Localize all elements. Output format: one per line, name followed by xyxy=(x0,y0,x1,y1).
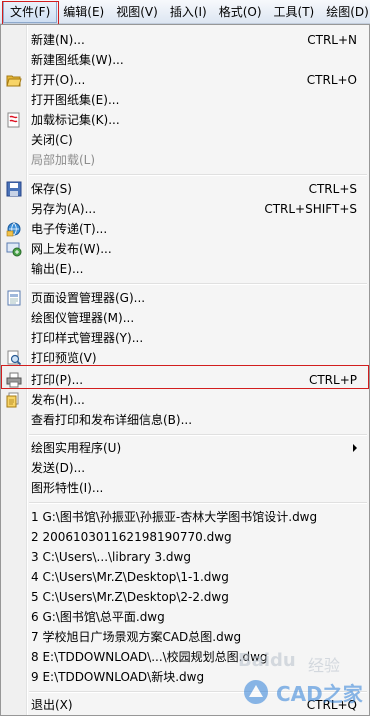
recent-file-label: 2 20061030116219819077​0.dwg xyxy=(31,530,232,544)
menu-item-label: 保存(S) xyxy=(31,182,72,196)
menu-item-label: 查看打印和发布详细信息(B)... xyxy=(31,413,193,427)
menu-tools[interactable]: 工具(T) xyxy=(268,0,321,24)
menu-item-label: 绘图实用程序(U) xyxy=(31,441,122,455)
menu-item-load-markup[interactable]: 加载标记集(K)... xyxy=(1,110,369,130)
menu-item-new[interactable]: 新建(N)... CTRL+N xyxy=(1,30,369,50)
printer-icon xyxy=(6,372,22,388)
submenu-arrow-icon xyxy=(353,444,357,452)
menu-draw[interactable]: 绘图(D) xyxy=(320,0,370,24)
menu-item-plot-details[interactable]: 查看打印和发布详细信息(B)... xyxy=(1,410,369,430)
save-disk-icon xyxy=(6,181,22,197)
menu-item-shortcut: CTRL+O xyxy=(306,73,357,87)
publish-web-icon xyxy=(6,241,22,257)
menu-item-label: 打开(O)... xyxy=(31,73,86,87)
menu-edit[interactable]: 编辑(E) xyxy=(57,0,110,24)
markup-set-icon xyxy=(6,112,22,128)
menu-separator xyxy=(29,691,367,693)
recent-file-label: 9 E:\TDDOWNLOAD\新块.dwg xyxy=(31,670,205,684)
etransmit-icon xyxy=(6,221,22,237)
menu-item-label: 局部加载(L) xyxy=(31,153,96,167)
recent-file-item[interactable]: 3 C:\Users\...\library 3.dwg xyxy=(1,547,369,567)
menu-item-close[interactable]: 关闭(C) xyxy=(1,130,369,150)
menu-item-exit[interactable]: 退出(X) CTRL+Q xyxy=(1,695,369,715)
menu-item-label: 发送(D)... xyxy=(31,461,86,475)
menu-item-shortcut: CTRL+S xyxy=(308,182,357,196)
menu-item-label: 打印(P)... xyxy=(31,373,84,387)
menu-separator xyxy=(29,283,367,285)
file-menu-dropdown: 新建(N)... CTRL+N 新建图纸集(W)... 打开(O)... CTR… xyxy=(0,24,370,716)
menu-item-shortcut: CTRL+SHIFT+S xyxy=(264,202,357,216)
menu-item-send[interactable]: 发送(D)... xyxy=(1,458,369,478)
menu-item-label: 图形特性(I)... xyxy=(31,481,104,495)
menu-format[interactable]: 格式(O) xyxy=(213,0,268,24)
menu-item-label: 打印样式管理器(Y)... xyxy=(31,331,144,345)
menu-item-shortcut: CTRL+Q xyxy=(306,698,357,712)
menu-item-new-sheet-set[interactable]: 新建图纸集(W)... xyxy=(1,50,369,70)
menu-item-label: 关闭(C) xyxy=(31,133,73,147)
menu-item-plot-preview[interactable]: 打印预览(V) xyxy=(1,348,369,368)
menu-item-label: 退出(X) xyxy=(31,698,73,712)
recent-file-label: 6 G:\图书馆\总平面.dwg xyxy=(31,610,165,624)
menu-item-export[interactable]: 输出(E)... xyxy=(1,259,369,279)
menu-separator xyxy=(29,174,367,176)
page-setup-icon xyxy=(6,290,22,306)
publish-icon xyxy=(6,392,22,408)
menu-item-label: 电子传递(T)... xyxy=(31,222,108,236)
menu-file[interactable]: 文件(F) xyxy=(3,0,58,23)
recent-file-label: 5 C:\Users\Mr.Z\Desktop\2-2.dwg xyxy=(31,590,229,604)
recent-file-label: 4 C:\Users\Mr.Z\Desktop\1-1.dwg xyxy=(31,570,229,584)
menu-item-publish-web[interactable]: 网上发布(W)... xyxy=(1,239,369,259)
menu-item-etransmit[interactable]: 电子传递(T)... xyxy=(1,219,369,239)
recent-file-item[interactable]: 5 C:\Users\Mr.Z\Desktop\2-2.dwg xyxy=(1,587,369,607)
menu-item-shortcut: CTRL+P xyxy=(308,373,357,387)
menu-item-save-as[interactable]: 另存为(A)... CTRL+SHIFT+S xyxy=(1,199,369,219)
menu-bar: 文件(F) 编辑(E) 视图(V) 插入(I) 格式(O) 工具(T) 绘图(D… xyxy=(0,0,370,24)
menu-item-plot[interactable]: 打印(P)... CTRL+P xyxy=(1,370,369,390)
menu-item-label: 新建图纸集(W)... xyxy=(31,53,124,67)
recent-file-label: 3 C:\Users\...\library 3.dwg xyxy=(31,550,191,564)
recent-file-item[interactable]: 7 学校旭日广场景观方案CAD总图.dwg xyxy=(1,627,369,647)
menu-item-open[interactable]: 打开(O)... CTRL+O xyxy=(1,70,369,90)
recent-file-label: 1 G:\图书馆\孙振亚\孙振亚-杏林大学图书馆设计.dwg xyxy=(31,510,318,524)
menu-item-label: 新建(N)... xyxy=(31,33,85,47)
open-folder-icon xyxy=(6,72,22,88)
menu-item-plot-style-manager[interactable]: 打印样式管理器(Y)... xyxy=(1,328,369,348)
menu-item-drawing-utilities[interactable]: 绘图实用程序(U) xyxy=(1,438,369,458)
plot-preview-icon xyxy=(6,350,22,366)
menu-item-page-setup[interactable]: 页面设置管理器(G)... xyxy=(1,288,369,308)
menu-item-drawing-properties[interactable]: 图形特性(I)... xyxy=(1,478,369,498)
recent-file-item[interactable]: 9 E:\TDDOWNLOAD\新块.dwg xyxy=(1,667,369,687)
menu-item-label: 发布(H)... xyxy=(31,393,85,407)
menu-item-open-sheet-set[interactable]: 打开图纸集(E)... xyxy=(1,90,369,110)
recent-file-item[interactable]: 6 G:\图书馆\总平面.dwg xyxy=(1,607,369,627)
recent-file-item[interactable]: 1 G:\图书馆\孙振亚\孙振亚-杏林大学图书馆设计.dwg xyxy=(1,507,369,527)
menu-insert[interactable]: 插入(I) xyxy=(164,0,213,24)
menu-item-shortcut: CTRL+N xyxy=(307,33,357,47)
menu-item-label: 加载标记集(K)... xyxy=(31,113,120,127)
menu-item-label: 打开图纸集(E)... xyxy=(31,93,120,107)
menu-item-label: 打印预览(V) xyxy=(31,351,97,365)
recent-file-item[interactable]: 2 20061030116219819077​0.dwg xyxy=(1,527,369,547)
recent-file-label: 8 E:\TDDOWNLOAD\...\校园规划总图.dwg xyxy=(31,650,268,664)
menu-separator xyxy=(29,434,367,436)
recent-file-item[interactable]: 4 C:\Users\Mr.Z\Desktop\1-1.dwg xyxy=(1,567,369,587)
menu-item-save[interactable]: 保存(S) CTRL+S xyxy=(1,179,369,199)
menu-item-publish[interactable]: 发布(H)... xyxy=(1,390,369,410)
recent-file-label: 7 学校旭日广场景观方案CAD总图.dwg xyxy=(31,630,242,644)
menu-item-label: 另存为(A)... xyxy=(31,202,97,216)
recent-file-item[interactable]: 8 E:\TDDOWNLOAD\...\校园规划总图.dwg xyxy=(1,647,369,667)
menu-item-label: 页面设置管理器(G)... xyxy=(31,291,146,305)
menu-item-label: 输出(E)... xyxy=(31,262,84,276)
menu-item-plotter-manager[interactable]: 绘图仪管理器(M)... xyxy=(1,308,369,328)
menu-item-label: 绘图仪管理器(M)... xyxy=(31,311,135,325)
menu-separator xyxy=(29,502,367,504)
menu-item-label: 网上发布(W)... xyxy=(31,242,112,256)
menu-view[interactable]: 视图(V) xyxy=(110,0,164,24)
menu-item-partial-load: 局部加载(L) xyxy=(1,150,369,170)
